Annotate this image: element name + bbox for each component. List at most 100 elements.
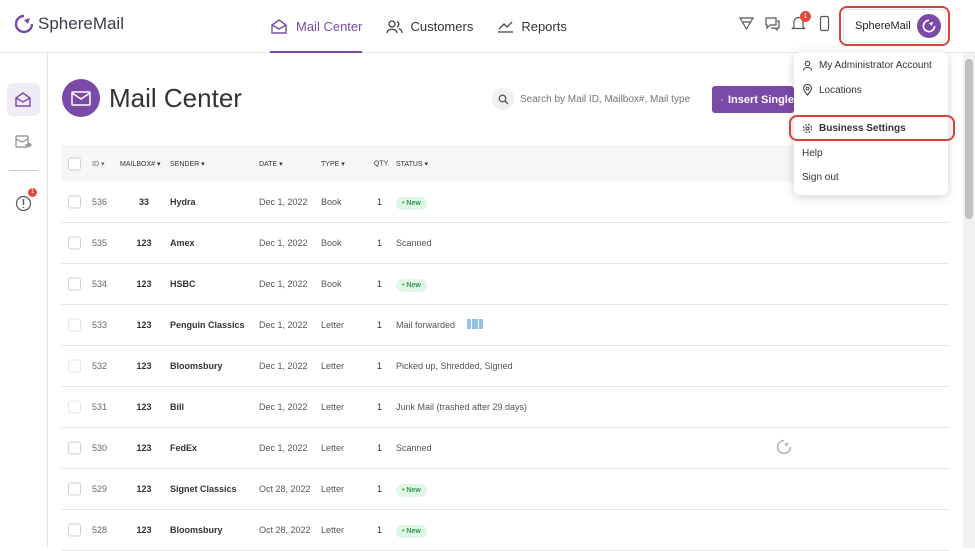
header-date[interactable]: DATE ▾ <box>259 160 283 168</box>
qty-cell: 1 <box>377 197 383 207</box>
header-sender[interactable]: SENDER ▾ <box>170 160 205 168</box>
spheremail-logo-icon[interactable] <box>776 439 792 457</box>
header-status[interactable]: STATUS ▾ <box>396 160 428 168</box>
table-row[interactable]: 531 123 Bill Dec 1, 2022 Letter 1 Junk Mail (t… <box>61 387 949 428</box>
qty-cell: 1 <box>377 279 383 289</box>
mailbox-cell: 123 <box>136 525 152 535</box>
id-cell: 532 <box>92 361 108 371</box>
menu-item-locations[interactable]: Locations <box>802 84 862 96</box>
mailbox-cell: 123 <box>136 279 152 289</box>
mail-center-icon <box>15 92 31 107</box>
vertical-scrollbar[interactable] <box>963 53 975 548</box>
search-bar <box>492 88 702 110</box>
header-mailbox[interactable]: MAILBOX# ▾ <box>120 160 160 168</box>
table-row[interactable]: 528 123 Bloomsbury Oct 28, 2022 Letter 1 • New <box>61 510 949 551</box>
id-cell: 533 <box>92 320 108 330</box>
mail-forward-icon <box>15 135 32 148</box>
menu-item-sign-out[interactable]: Sign out <box>802 172 839 183</box>
spheremail-logo-icon <box>922 19 936 33</box>
spheremail-logo-icon <box>14 14 34 34</box>
menu-item-label: Locations <box>819 84 862 96</box>
row-checkbox[interactable] <box>68 441 81 455</box>
row-checkbox[interactable] <box>68 195 81 209</box>
select-all-checkbox[interactable] <box>68 157 81 170</box>
sidebar-item-forward[interactable] <box>7 125 40 158</box>
mailbox-cell: 123 <box>136 238 152 248</box>
qty-cell: 1 <box>377 361 383 371</box>
sender-cell: Bloomsbury <box>170 525 223 535</box>
id-cell: 535 <box>92 238 108 248</box>
header-label: MAILBOX# <box>120 160 156 168</box>
bell-icon[interactable]: 1 <box>790 11 811 32</box>
table-row[interactable]: 532 123 Bloomsbury Dec 1, 2022 Letter 1 Picked… <box>61 346 949 387</box>
header-type[interactable]: TYPE ▾ <box>321 160 345 168</box>
status-cell: Junk Mail (trashed after 29 days) <box>396 402 528 412</box>
table-row[interactable]: 529 123 Signet Classics Oct 28, 2022 Letter 1… <box>61 469 949 510</box>
nav-mail-center[interactable]: Mail Center <box>270 0 363 53</box>
nav-label: Mail Center <box>296 19 363 34</box>
notification-badge: 1 <box>800 11 811 22</box>
status-cell: Mail forwarded <box>396 320 456 330</box>
header-label: ID <box>92 160 99 168</box>
mail-center-icon <box>271 19 287 34</box>
sidebar-divider <box>9 170 38 171</box>
scrollbar-thumb[interactable] <box>965 59 973 219</box>
row-checkbox[interactable] <box>68 482 81 496</box>
chat-icon[interactable] <box>764 15 781 32</box>
type-cell: Book <box>321 238 342 248</box>
nav-label: Reports <box>521 19 567 34</box>
header-label: DATE <box>259 160 278 168</box>
row-checkbox[interactable] <box>68 236 81 250</box>
row-checkbox[interactable] <box>68 400 81 414</box>
sender-cell: Hydra <box>170 197 196 207</box>
qty-cell: 1 <box>377 525 383 535</box>
app-logo[interactable]: SphereMail <box>14 14 124 34</box>
table-row[interactable]: 533 123 Penguin Classics Dec 1, 2022 Letter 1… <box>61 305 949 346</box>
table-row[interactable]: 535 123 Amex Dec 1, 2022 Book 1 Scanned <box>61 223 949 264</box>
menu-item-my-administrator-account[interactable]: My Administrator Account <box>802 60 932 71</box>
mail-table: ID ▾ MAILBOX# ▾ SENDER ▾ DATE ▾ TYPE ▾ Q… <box>61 145 949 551</box>
nav-reports[interactable]: Reports <box>497 0 567 53</box>
row-checkbox[interactable] <box>68 277 81 291</box>
avatar <box>917 14 941 38</box>
menu-item-label: Business Settings <box>819 122 906 134</box>
nav-customers[interactable]: Customers <box>386 0 473 53</box>
mobile-icon[interactable] <box>816 15 833 32</box>
barcode-icon[interactable] <box>467 318 483 332</box>
menu-item-help[interactable]: Help <box>802 148 823 159</box>
nav-label: Customers <box>410 19 474 34</box>
search-icon[interactable] <box>492 88 514 110</box>
status-cell: Picked up, Shredded, Signed <box>396 361 513 371</box>
row-checkbox[interactable] <box>68 359 81 373</box>
row-checkbox[interactable] <box>68 318 81 332</box>
row-checkbox[interactable] <box>68 523 81 537</box>
table-body: 536 33 Hydra Dec 1, 2022 Book 1 • New 535 123 Ame… <box>61 182 949 551</box>
type-cell: Letter <box>321 361 345 371</box>
header-id[interactable]: ID ▾ <box>92 160 104 168</box>
date-cell: Dec 1, 2022 <box>259 238 308 248</box>
alert-icon <box>15 195 32 212</box>
table-row[interactable]: 534 123 HSBC Dec 1, 2022 Book 1 • New <box>61 264 949 305</box>
insert-single-button[interactable]: Insert Single <box>712 86 794 113</box>
user-menu-button[interactable]: SphereMail <box>839 6 950 46</box>
location-pin-icon <box>802 84 813 96</box>
app-name: SphereMail <box>38 14 124 33</box>
menu-item-business-settings[interactable]: Business Settings <box>789 115 955 141</box>
status-badge: • New <box>396 279 427 292</box>
sidebar-item-alerts[interactable]: 1 <box>7 187 40 220</box>
sidebar-item-mailbox[interactable] <box>7 83 40 116</box>
status-text: New <box>406 528 421 535</box>
id-cell: 528 <box>92 525 108 535</box>
table-row[interactable]: 530 123 FedEx Dec 1, 2022 Letter 1 Scanned <box>61 428 949 469</box>
id-cell: 536 <box>92 197 108 207</box>
qty-cell: 1 <box>377 484 383 494</box>
menu-item-label: My Administrator Account <box>819 60 932 71</box>
sender-cell: Amex <box>170 238 195 248</box>
mailbox-cell: 123 <box>136 484 152 494</box>
mailbox-cell: 123 <box>136 361 152 371</box>
menu-item-label: Help <box>802 148 823 159</box>
filter-icon[interactable] <box>738 15 755 32</box>
page-title: Mail Center <box>109 82 242 113</box>
top-icons: 1 <box>738 11 833 32</box>
search-input[interactable] <box>520 93 700 105</box>
